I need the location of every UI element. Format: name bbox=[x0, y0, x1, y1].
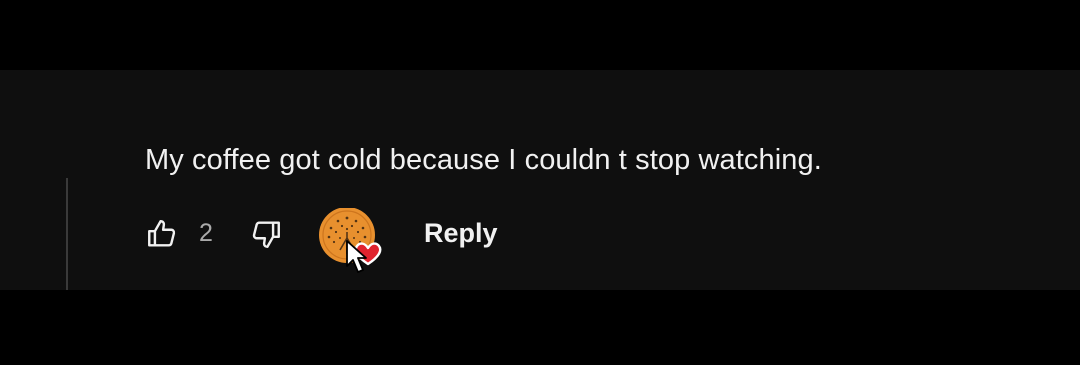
creator-heart-button[interactable] bbox=[318, 207, 388, 280]
like-count: 2 bbox=[199, 219, 213, 247]
thread-line bbox=[66, 178, 68, 290]
comment-panel: My coffee got cold because I couldn t st… bbox=[0, 70, 1080, 290]
reply-button[interactable]: Reply bbox=[424, 218, 498, 248]
comment-actions: 2 Reply bbox=[140, 207, 540, 273]
dislike-button[interactable] bbox=[244, 212, 288, 256]
creator-heart-icon bbox=[319, 207, 382, 273]
screen: My coffee got cold because I couldn t st… bbox=[0, 0, 1080, 365]
thumbs-up-icon bbox=[148, 220, 176, 247]
thumbs-down-icon bbox=[252, 221, 280, 248]
like-button[interactable] bbox=[140, 212, 184, 256]
comment-text: My coffee got cold because I couldn t st… bbox=[145, 144, 822, 176]
